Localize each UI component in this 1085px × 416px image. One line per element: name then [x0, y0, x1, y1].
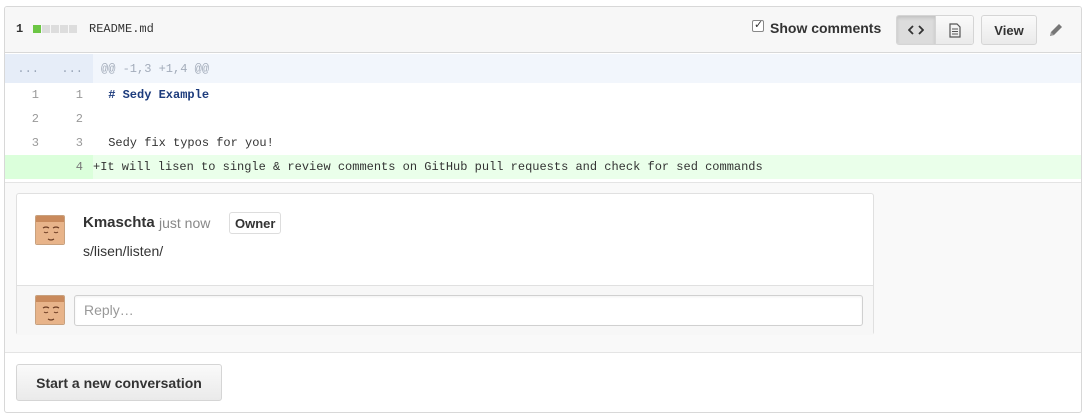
- avatar: [35, 295, 65, 325]
- view-mode-toggle: [896, 15, 974, 45]
- diff-table: ... ... @@ -1,3 +1,4 @@ 1 1 # Sedy Examp…: [5, 54, 1081, 179]
- new-line-number[interactable]: 1: [49, 83, 93, 107]
- comment-thread: Kmaschta just now Owner s/lisen/listen/: [16, 193, 874, 335]
- diff-line: 3 3 Sedy fix typos for you!: [5, 131, 1081, 155]
- old-line-number[interactable]: 1: [5, 83, 49, 107]
- changes-count: 1: [16, 22, 24, 36]
- diffstat-block-neutral: [69, 25, 77, 33]
- diff-line-added: 4 +It will lisen to single & review comm…: [5, 155, 1081, 179]
- line-code: # Sedy Example: [101, 88, 210, 102]
- new-line-number[interactable]: 4: [49, 155, 93, 179]
- hunk-header-row: ... ... @@ -1,3 +1,4 @@: [5, 54, 1081, 83]
- reply-input[interactable]: Reply…: [74, 295, 863, 326]
- show-comments-label: Show comments: [770, 20, 882, 36]
- reply-bar: Reply…: [17, 285, 873, 335]
- diffstat-block-neutral: [51, 25, 59, 33]
- expand-new-marker[interactable]: ...: [49, 54, 93, 83]
- diffstat-block-neutral: [60, 25, 68, 33]
- diff-line: 1 1 # Sedy Example: [5, 83, 1081, 107]
- old-line-number[interactable]: [5, 155, 49, 179]
- comment-timestamp[interactable]: just now: [159, 215, 210, 231]
- diffstat-bar: [33, 25, 77, 33]
- code-icon: [908, 25, 924, 35]
- comment-body: s/lisen/listen/: [83, 243, 164, 259]
- line-code: +It will lisen to single & review commen…: [93, 160, 763, 174]
- new-line-number[interactable]: 3: [49, 131, 93, 155]
- old-line-number[interactable]: 2: [5, 107, 49, 131]
- pencil-icon[interactable]: [1047, 21, 1065, 39]
- inline-comments-area: Kmaschta just now Owner s/lisen/listen/: [5, 182, 1081, 353]
- start-new-conversation-button[interactable]: Start a new conversation: [16, 364, 222, 401]
- old-line-number[interactable]: 3: [5, 131, 49, 155]
- diffstat-block-added: [33, 25, 41, 33]
- diff-line: 2 2: [5, 107, 1081, 131]
- file-text-icon: [948, 22, 961, 38]
- expand-old-marker[interactable]: ...: [5, 54, 49, 83]
- owner-badge: Owner: [229, 212, 282, 234]
- avatar-face-icon: [36, 216, 64, 244]
- avatar-face-icon: [36, 296, 64, 324]
- avatar[interactable]: [35, 215, 65, 245]
- show-comments-checkbox[interactable]: [752, 18, 764, 32]
- hunk-header-text: @@ -1,3 +1,4 @@: [101, 61, 210, 76]
- file-name[interactable]: README.md: [89, 22, 154, 36]
- rich-view-button[interactable]: [935, 16, 973, 44]
- comment-author[interactable]: Kmaschta: [83, 214, 155, 231]
- diff-file: 1 README.md Show comments: [4, 6, 1082, 413]
- diffstat-block-neutral: [42, 25, 50, 33]
- code-view-button[interactable]: [897, 16, 935, 44]
- line-code: Sedy fix typos for you!: [101, 136, 274, 150]
- show-comments-toggle[interactable]: Show comments: [752, 18, 882, 36]
- file-header: 1 README.md Show comments: [5, 7, 1081, 53]
- view-file-button[interactable]: View: [981, 15, 1037, 45]
- new-line-number[interactable]: 2: [49, 107, 93, 131]
